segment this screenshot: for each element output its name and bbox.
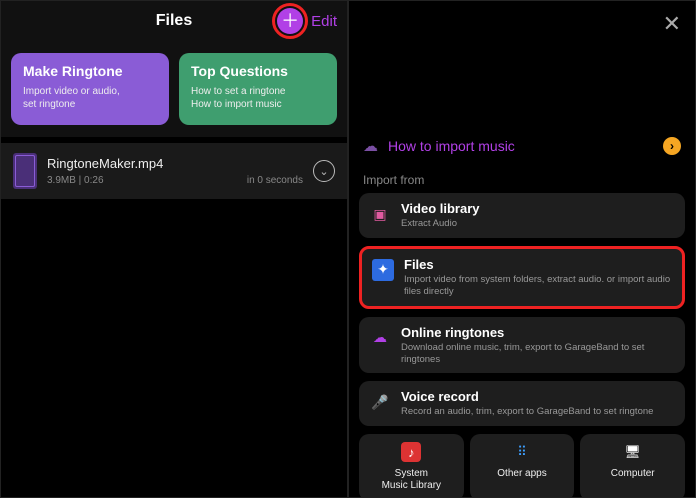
top-bar: Files ＋ Edit: [1, 1, 347, 41]
file-age: in 0 seconds: [247, 175, 303, 186]
files-icon: ✦: [372, 259, 394, 281]
plus-icon: ＋: [281, 12, 299, 30]
how-to-import-link[interactable]: ☁ How to import music ›: [349, 131, 695, 161]
other-apps[interactable]: ⠿ Other apps: [470, 434, 575, 498]
files-screen: Files ＋ Edit Make Ringtone Import video …: [0, 0, 348, 498]
opt-title: Online ringtones: [401, 325, 675, 340]
file-thumbnail: [13, 153, 37, 189]
add-button[interactable]: ＋: [277, 8, 303, 34]
opt-title: Video library: [401, 201, 675, 216]
card-title: Make Ringtone: [23, 63, 157, 79]
make-ringtone-card[interactable]: Make Ringtone Import video or audio, set…: [11, 53, 169, 125]
file-name: RingtoneMaker.mp4: [47, 156, 303, 171]
cloud-download-icon: ☁: [363, 137, 378, 155]
mic-icon: 🎤: [369, 391, 391, 413]
bottom-options: ♪ System Music Library ⠿ Other apps 🖥 Co…: [349, 426, 695, 498]
file-item[interactable]: RingtoneMaker.mp4 3.9MB | 0:26 in 0 seco…: [1, 143, 347, 199]
system-music-library[interactable]: ♪ System Music Library: [359, 434, 464, 498]
import-video-library[interactable]: ▣ Video library Extract Audio: [359, 193, 685, 238]
opt-sub: Record an audio, trim, export to GarageB…: [401, 406, 675, 418]
import-files[interactable]: ✦ Files Import video from system folders…: [359, 246, 685, 309]
opt-sub: Import video from system folders, extrac…: [404, 274, 672, 298]
howto-label: How to import music: [388, 138, 515, 154]
edit-button[interactable]: Edit: [311, 13, 337, 30]
btm-label: Other apps: [497, 468, 546, 480]
top-questions-card[interactable]: Top Questions How to set a ringtone How …: [179, 53, 337, 125]
apps-icon: ⠿: [512, 442, 532, 462]
card-subtitle: How to set a ringtone How to import musi…: [191, 85, 325, 111]
opt-sub: Extract Audio: [401, 218, 675, 230]
btm-label: System Music Library: [382, 468, 441, 491]
btm-label: Computer: [611, 468, 655, 480]
computer-icon: 🖥: [623, 442, 643, 462]
card-subtitle: Import video or audio, set ringtone: [23, 85, 157, 111]
import-voice-record[interactable]: 🎤 Voice record Record an audio, trim, ex…: [359, 381, 685, 426]
computer[interactable]: 🖥 Computer: [580, 434, 685, 498]
section-label: Import from: [349, 161, 695, 193]
opt-title: Voice record: [401, 389, 675, 404]
cloud-icon: ☁: [369, 327, 391, 349]
close-icon[interactable]: ✕: [663, 11, 681, 37]
video-icon: ▣: [369, 203, 391, 225]
opt-title: Files: [404, 257, 672, 272]
chevron-down-icon[interactable]: ⌄: [313, 160, 335, 182]
opt-sub: Download online music, trim, export to G…: [401, 342, 675, 366]
card-title: Top Questions: [191, 63, 325, 79]
arrow-right-icon: ›: [663, 137, 681, 155]
music-icon: ♪: [401, 442, 421, 462]
file-meta: 3.9MB | 0:26: [47, 175, 104, 186]
action-cards: Make Ringtone Import video or audio, set…: [1, 41, 347, 137]
import-screen: ✕ ☁ How to import music › Import from ▣ …: [348, 0, 696, 498]
import-online-ringtones[interactable]: ☁ Online ringtones Download online music…: [359, 317, 685, 374]
